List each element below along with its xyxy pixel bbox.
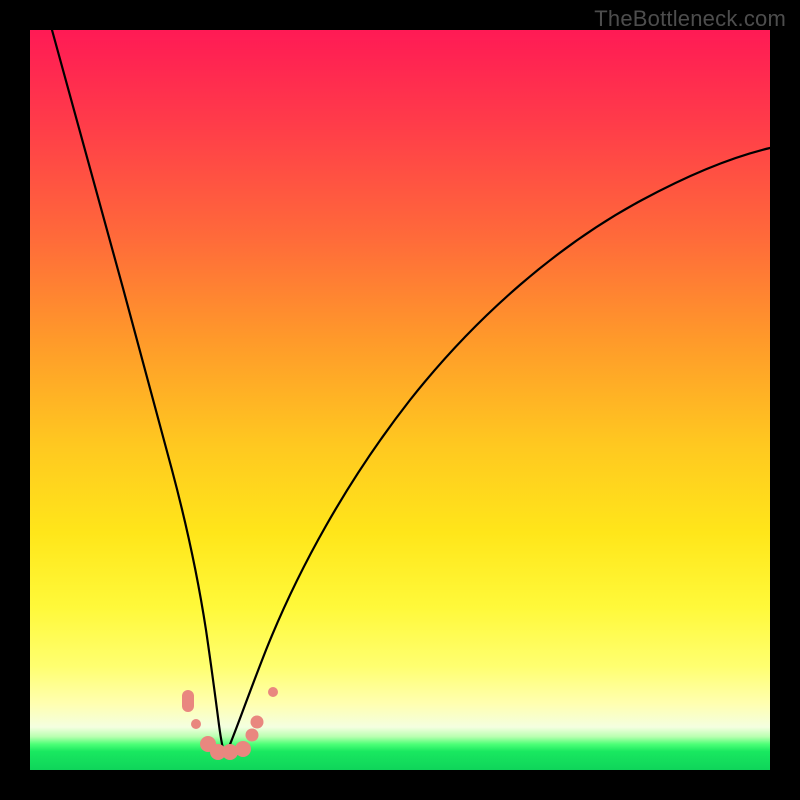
- marker-dot: [251, 716, 264, 729]
- marker-dot: [235, 741, 251, 757]
- marker-dot: [182, 690, 194, 712]
- curve-layer: [30, 30, 770, 770]
- plot-area: [30, 30, 770, 770]
- marker-dot: [246, 729, 259, 742]
- left-curve: [52, 30, 225, 756]
- watermark-text: TheBottleneck.com: [594, 6, 786, 32]
- marker-dot: [191, 719, 201, 729]
- marker-dot: [268, 687, 278, 697]
- chart-frame: TheBottleneck.com: [0, 0, 800, 800]
- right-curve: [225, 148, 770, 756]
- marker-group: [182, 687, 278, 760]
